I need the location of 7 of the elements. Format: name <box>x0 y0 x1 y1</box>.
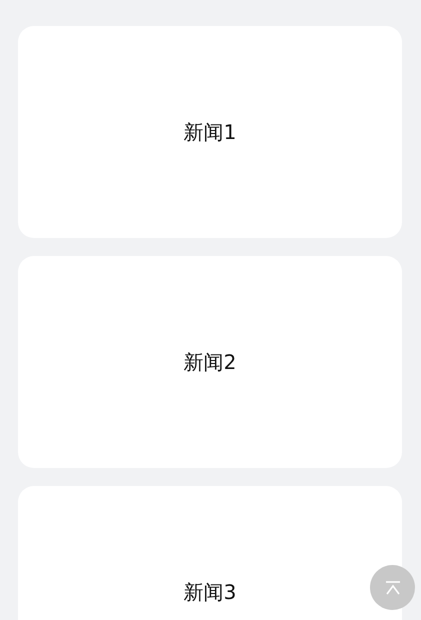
news-card[interactable]: 新闻3 <box>18 486 402 620</box>
news-card[interactable]: 新闻1 <box>18 26 402 238</box>
back-to-top-icon <box>384 580 402 596</box>
news-title: 新闻1 <box>184 118 236 146</box>
news-card[interactable]: 新闻2 <box>18 256 402 468</box>
news-title: 新闻3 <box>184 578 236 606</box>
news-title: 新闻2 <box>184 348 236 376</box>
